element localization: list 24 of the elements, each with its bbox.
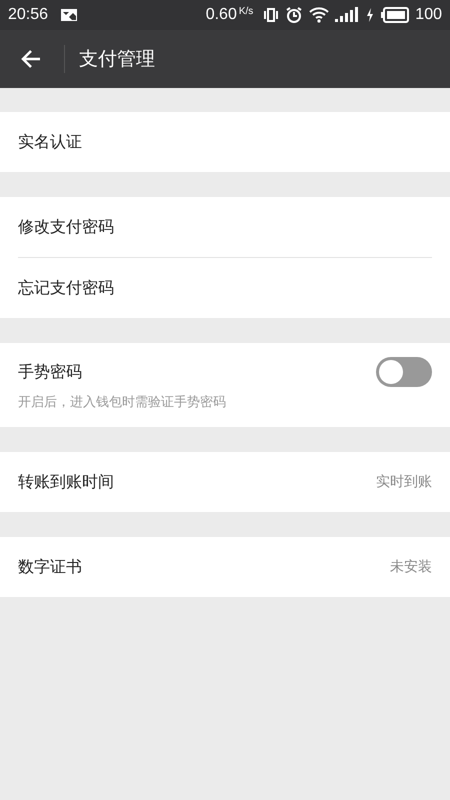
battery-level: 100 (415, 6, 442, 24)
back-button[interactable] (20, 49, 42, 69)
setting-hint: 开启后，进入钱包时需验证手势密码 (18, 394, 227, 412)
wifi-icon (309, 7, 330, 23)
setting-label[interactable]: 转账到账时间 (18, 472, 114, 492)
setting-label[interactable]: 实名认证 (18, 132, 82, 152)
setting-label[interactable]: 修改支付密码 (18, 216, 114, 238)
setting-label[interactable]: 数字证书 (18, 556, 82, 578)
charging-icon (365, 7, 376, 23)
setting-value: 实时到账 (376, 473, 432, 491)
clock-time: 20:56 (8, 6, 48, 24)
image-icon (60, 8, 78, 22)
vibrate-icon (263, 7, 280, 23)
alarm-icon (285, 6, 304, 24)
speed-unit: K/s (238, 6, 254, 17)
signal-icon (335, 7, 360, 23)
toggle-switch[interactable] (376, 357, 432, 387)
setting-value: 未安装 (390, 558, 432, 576)
setting-label[interactable]: 忘记支付密码 (18, 278, 114, 298)
battery-icon (381, 7, 410, 23)
back-arrow-icon (20, 49, 42, 69)
network-speed: 0.60 (206, 6, 237, 24)
setting-label[interactable]: 手势密码 (18, 362, 82, 382)
page-title: 支付管理 (79, 47, 155, 72)
